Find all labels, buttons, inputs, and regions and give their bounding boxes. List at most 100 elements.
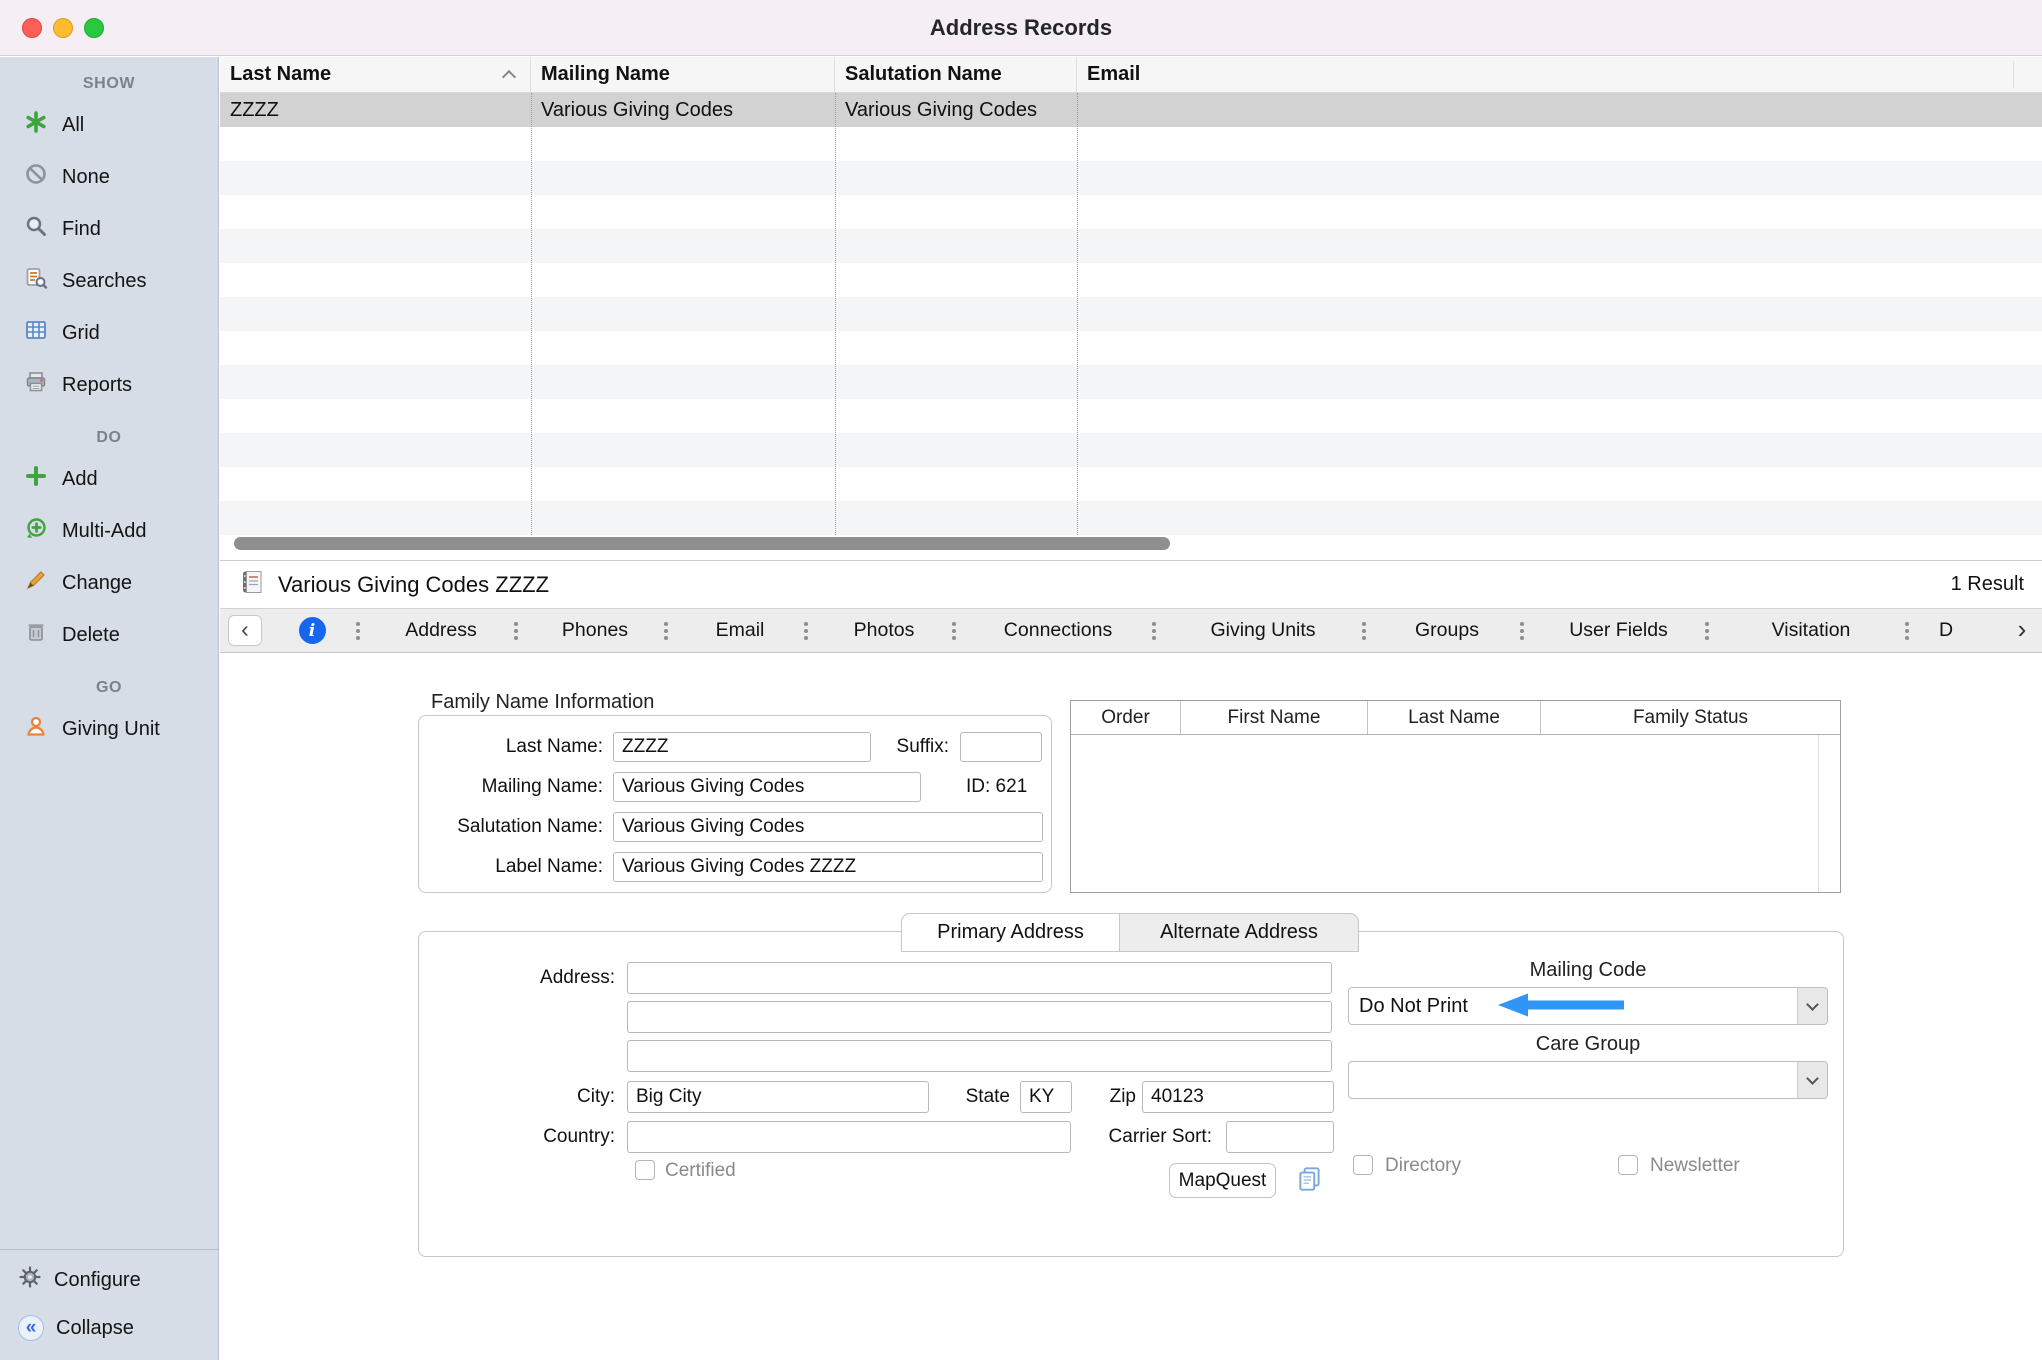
close-window-button[interactable] <box>22 18 42 38</box>
table-row-empty[interactable] <box>220 195 2042 229</box>
chevron-down-icon[interactable] <box>1797 1062 1827 1098</box>
sidebar-item-configure[interactable]: Configure <box>0 1256 218 1304</box>
mailing-name-input[interactable] <box>613 772 921 802</box>
minimize-window-button[interactable] <box>53 18 73 38</box>
zoom-window-button[interactable] <box>84 18 104 38</box>
address-line2-input[interactable] <box>627 1001 1332 1033</box>
tab-menu-icon[interactable] <box>1150 618 1158 644</box>
tab-menu-icon[interactable] <box>354 618 362 644</box>
cell-last-name: ZZZZ <box>220 93 531 127</box>
tab-menu-icon[interactable] <box>802 618 810 644</box>
tab-info[interactable]: i <box>262 609 362 652</box>
tab-menu-icon[interactable] <box>1360 618 1368 644</box>
salutation-name-input[interactable] <box>613 812 1043 842</box>
table-row-empty[interactable] <box>220 297 2042 331</box>
cell-email <box>1077 93 2042 127</box>
sidebar-item-all[interactable]: All <box>0 99 218 151</box>
care-group-dropdown[interactable] <box>1348 1061 1828 1099</box>
table-row-empty[interactable] <box>220 467 2042 501</box>
directory-checkbox[interactable] <box>1353 1155 1373 1175</box>
address-line3-input[interactable] <box>627 1040 1332 1072</box>
tab-menu-icon[interactable] <box>662 618 670 644</box>
copy-address-icon[interactable] <box>1295 1164 1325 1199</box>
newsletter-checkbox[interactable] <box>1618 1155 1638 1175</box>
zip-input[interactable] <box>1142 1081 1334 1113</box>
tab-visitation[interactable]: Visitation <box>1711 609 1911 652</box>
certified-checkbox[interactable] <box>635 1160 655 1180</box>
gear-icon <box>18 1265 42 1295</box>
sidebar-item-delete[interactable]: Delete <box>0 609 218 661</box>
sidebar-item-reports[interactable]: Reports <box>0 359 218 411</box>
members-column-first-name[interactable]: First Name <box>1181 701 1368 734</box>
members-column-family-status[interactable]: Family Status <box>1541 701 1840 734</box>
tab-menu-icon[interactable] <box>512 618 520 644</box>
table-row-empty[interactable] <box>220 399 2042 433</box>
tab-photos[interactable]: Photos <box>810 609 958 652</box>
sidebar-item-label: Change <box>62 572 132 595</box>
column-header-mailing-name[interactable]: Mailing Name <box>531 57 835 92</box>
tab-menu-icon[interactable] <box>950 618 958 644</box>
sidebar-section-show: SHOW All None Find Searches Grid <box>0 69 218 411</box>
horizontal-scrollbar[interactable] <box>234 537 1170 550</box>
column-header-salutation-name[interactable]: Salutation Name <box>835 57 1077 92</box>
table-row-empty[interactable] <box>220 127 2042 161</box>
sidebar-item-grid[interactable]: Grid <box>0 307 218 359</box>
record-id: ID: 621 <box>966 772 1027 802</box>
tab-label: Phones <box>562 619 628 642</box>
sidebar-item-none[interactable]: None <box>0 151 218 203</box>
column-header-last-name[interactable]: Last Name <box>220 57 531 92</box>
members-scrollbar-track <box>1818 735 1819 892</box>
table-row-empty[interactable] <box>220 161 2042 195</box>
carrier-sort-input[interactable] <box>1226 1121 1334 1153</box>
city-input[interactable] <box>627 1081 929 1113</box>
table-row-empty[interactable] <box>220 501 2042 535</box>
last-name-input[interactable] <box>613 732 871 762</box>
tab-alternate-address[interactable]: Alternate Address <box>1120 913 1359 952</box>
sidebar-item-find[interactable]: Find <box>0 203 218 255</box>
tab-menu-icon[interactable] <box>1518 618 1526 644</box>
sidebar-item-searches[interactable]: Searches <box>0 255 218 307</box>
sidebar-item-multi-add[interactable]: Multi-Add <box>0 505 218 557</box>
tab-groups[interactable]: Groups <box>1368 609 1526 652</box>
members-column-last-name[interactable]: Last Name <box>1368 701 1541 734</box>
sort-ascending-icon <box>502 70 516 84</box>
sidebar-item-collapse[interactable]: « Collapse <box>0 1304 218 1352</box>
country-input[interactable] <box>627 1121 1071 1153</box>
table-row-empty[interactable] <box>220 365 2042 399</box>
table-row-empty[interactable] <box>220 331 2042 365</box>
tabs-scroll-left-button[interactable]: ‹ <box>228 615 262 646</box>
tabs-scroll-right-button[interactable]: › <box>2002 616 2042 645</box>
tab-partial[interactable]: D <box>1911 609 2002 652</box>
country-label: Country: <box>419 1122 615 1152</box>
sidebar-item-change[interactable]: Change <box>0 557 218 609</box>
members-table-header: Order First Name Last Name Family Status <box>1071 701 1840 735</box>
tab-giving-units[interactable]: Giving Units <box>1158 609 1368 652</box>
mapquest-button[interactable]: MapQuest <box>1169 1163 1276 1198</box>
tab-primary-address[interactable]: Primary Address <box>901 913 1120 952</box>
table-row-empty[interactable] <box>220 433 2042 467</box>
members-column-order[interactable]: Order <box>1071 701 1181 734</box>
sidebar-item-giving-unit[interactable]: Giving Unit <box>0 703 218 755</box>
cell-salutation-name: Various Giving Codes <box>835 93 1077 127</box>
tab-connections[interactable]: Connections <box>958 609 1158 652</box>
record-title: Various Giving Codes ZZZZ <box>278 572 549 598</box>
suffix-input[interactable] <box>960 732 1042 762</box>
tab-email[interactable]: Email <box>670 609 810 652</box>
tab-address[interactable]: Address <box>362 609 520 652</box>
tab-menu-icon[interactable] <box>1703 618 1711 644</box>
address-line1-input[interactable] <box>627 962 1332 994</box>
tab-user-fields[interactable]: User Fields <box>1526 609 1711 652</box>
tab-phones[interactable]: Phones <box>520 609 670 652</box>
sidebar-item-add[interactable]: Add <box>0 453 218 505</box>
table-row-empty[interactable] <box>220 229 2042 263</box>
column-header-label: Salutation Name <box>845 63 1002 86</box>
table-row-selected[interactable]: ZZZZ Various Giving Codes Various Giving… <box>220 93 2042 127</box>
chevron-down-icon[interactable] <box>1797 988 1827 1024</box>
label-name-input[interactable] <box>613 852 1043 882</box>
pencil-icon <box>24 568 48 598</box>
printer-icon <box>24 370 48 400</box>
column-header-email[interactable]: Email <box>1077 57 2042 92</box>
tab-menu-icon[interactable] <box>1903 618 1911 644</box>
sidebar-item-label: None <box>62 166 110 189</box>
table-row-empty[interactable] <box>220 263 2042 297</box>
